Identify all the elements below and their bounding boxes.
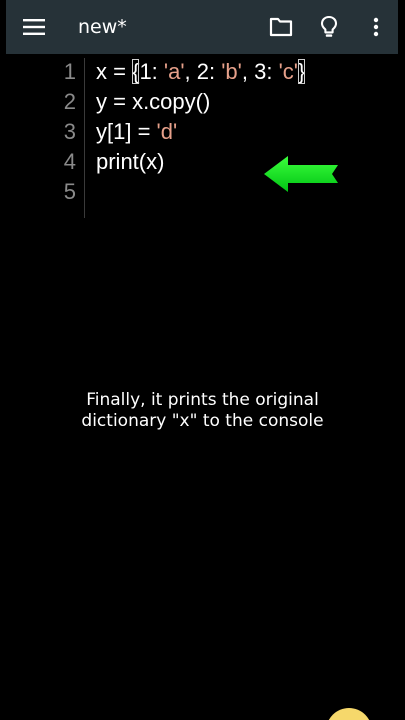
menu-icon xyxy=(23,19,45,35)
code-token: 1: xyxy=(139,59,164,84)
folder-icon xyxy=(269,17,293,37)
code-token: x = xyxy=(96,59,133,84)
code-token: , 2: xyxy=(184,59,222,84)
line-number: 5 xyxy=(63,179,76,204)
code-line[interactable]: 5 xyxy=(0,177,405,207)
code-token: , 3: xyxy=(241,59,279,84)
code-token: } xyxy=(297,59,306,84)
code-text[interactable]: x = {1: 'a', 2: 'b', 3: 'c'} xyxy=(96,57,306,87)
menu-button[interactable] xyxy=(16,0,52,54)
code-editor[interactable]: 1 x = {1: 'a', 2: 'b', 3: 'c'} 2 y = x.c… xyxy=(0,54,405,720)
code-line[interactable]: 2 y = x.copy() xyxy=(0,87,405,117)
code-line[interactable]: 3 y[1] = 'd' xyxy=(0,117,405,147)
open-folder-button[interactable] xyxy=(264,0,298,54)
string-token: 'c' xyxy=(278,59,298,84)
line-number: 2 xyxy=(63,89,76,114)
caption-line: dictionary "x" to the console xyxy=(81,411,324,431)
string-token: 'a' xyxy=(163,59,185,84)
string-token: 'b' xyxy=(221,59,242,84)
app-window: new* 1 x = {1: 'a', 2: 'b', 3: 'c'} 2 y … xyxy=(0,0,405,720)
subtitle-caption: Finally, it prints the original dictiona… xyxy=(0,390,405,432)
code-line[interactable]: 1 x = {1: 'a', 2: 'b', 3: 'c'} xyxy=(0,57,405,87)
line-number: 3 xyxy=(63,119,76,144)
code-text[interactable]: print(x) xyxy=(96,147,164,177)
line-number: 4 xyxy=(63,149,76,174)
lightbulb-icon xyxy=(320,15,338,37)
top-toolbar: new* xyxy=(6,0,398,54)
green-arrow-icon xyxy=(264,156,338,192)
code-line[interactable]: 4 print(x) xyxy=(0,147,405,177)
caption-line: Finally, it prints the original xyxy=(86,390,319,410)
code-text[interactable]: y[1] = 'd' xyxy=(96,117,177,147)
more-vert-icon xyxy=(373,17,379,37)
line-number: 1 xyxy=(63,59,76,84)
string-token: 'd' xyxy=(156,119,178,144)
more-options-button[interactable] xyxy=(362,0,390,54)
code-token: y[1] = xyxy=(96,119,157,144)
tips-button[interactable] xyxy=(312,0,346,54)
code-text[interactable]: y = x.copy() xyxy=(96,87,210,117)
file-title: new* xyxy=(78,16,127,38)
